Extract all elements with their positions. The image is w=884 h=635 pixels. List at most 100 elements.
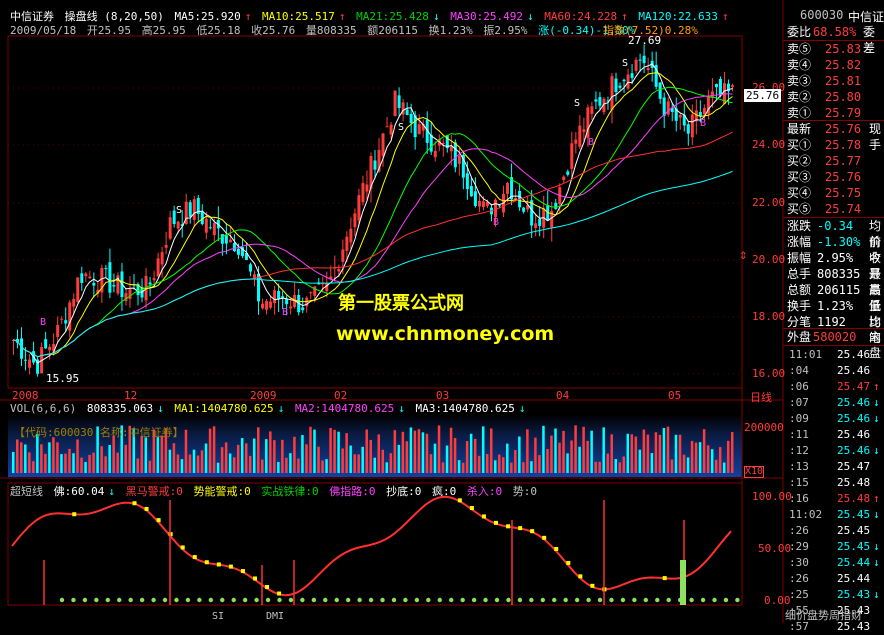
candle-body — [646, 68, 650, 71]
volume-bar — [313, 429, 316, 473]
ind-axis-tick: 50.00 — [758, 542, 792, 555]
bar-volume: 量808335 — [305, 24, 357, 37]
volume-bar — [469, 433, 473, 473]
vol-value: 808335.063 — [86, 402, 154, 415]
vol-ma2: MA2:1404780.625 — [294, 402, 395, 415]
dot-marker — [380, 597, 385, 603]
volume-bar — [485, 454, 489, 473]
candle-body — [630, 73, 634, 79]
candle-body — [345, 236, 349, 251]
volume-bar — [586, 440, 589, 473]
volume-bar — [297, 458, 300, 473]
volume-bar — [550, 435, 553, 473]
buy-marker: B — [282, 307, 288, 318]
candle-body — [44, 339, 48, 349]
panel-footer-tabs[interactable]: 细价盘势周指财 — [785, 607, 862, 623]
volume-bar — [614, 459, 617, 473]
bar-low: 低25.18 — [196, 24, 241, 37]
candle-body — [594, 99, 598, 102]
vol-ma3: MA3:1404780.625 — [415, 402, 515, 415]
bid-row: 买⑤ 25.74 — [787, 202, 862, 216]
tick-row: 11:01 25.46 — [789, 348, 871, 361]
volume-bar — [248, 455, 252, 473]
candle-body — [76, 277, 80, 302]
candle-body — [80, 273, 84, 283]
dot-marker — [94, 597, 99, 603]
waipan-row: 外盘 580020 内盘 — [787, 330, 882, 360]
candle-body — [64, 320, 68, 324]
fo-down-marker — [530, 529, 535, 534]
volume-bar — [160, 435, 164, 473]
volume-bar — [421, 432, 425, 473]
volume-bar — [80, 457, 83, 473]
candle-body — [204, 218, 208, 233]
fo-down-marker — [72, 512, 77, 517]
volume-bar — [514, 450, 517, 473]
tab-dmi[interactable]: DMI — [266, 611, 284, 623]
candle-body — [481, 201, 485, 207]
volume-bar — [710, 449, 714, 473]
tab-si[interactable]: SI — [212, 611, 224, 623]
period-label[interactable]: 日线 — [750, 389, 772, 405]
volume-bar — [690, 440, 694, 473]
stat-row: 总额 206115 最低 — [787, 283, 882, 313]
tick-row: :11 25.46 — [789, 428, 871, 441]
fo-down-marker — [518, 526, 523, 531]
fo-down-marker — [662, 576, 667, 581]
volume-bar — [228, 453, 232, 473]
dot-marker — [563, 597, 568, 603]
candle-body — [397, 95, 401, 109]
dot-marker — [723, 597, 729, 603]
volume-bar — [650, 453, 654, 473]
candle-body — [337, 268, 341, 272]
volume-bar — [329, 427, 332, 473]
volume-bar — [726, 440, 730, 473]
price-tick: 24.00 — [752, 138, 786, 151]
candle-body — [152, 278, 156, 281]
stat-row: 涨跌 -0.34 均价 — [787, 219, 882, 249]
dot-marker — [265, 597, 271, 603]
fo-down-marker — [144, 506, 149, 511]
resize-handle-icon[interactable]: ⇕ — [739, 247, 747, 263]
dot-marker — [139, 597, 145, 603]
candle-body — [498, 205, 502, 207]
candle-body — [68, 302, 72, 331]
volume-bar — [642, 429, 646, 473]
volume-bar — [12, 451, 15, 473]
candle-body — [449, 146, 453, 152]
dot-marker — [471, 597, 477, 603]
indicator-lines — [11, 495, 740, 605]
dot-marker — [277, 597, 282, 603]
volume-bar — [196, 455, 200, 473]
volume-bar — [148, 460, 152, 473]
volume-bar — [224, 442, 228, 473]
dot-marker — [552, 597, 557, 603]
weibi-row: 委比 68.58% 委差 — [787, 25, 876, 55]
candle-body — [522, 207, 526, 212]
sell-marker: S — [622, 58, 628, 69]
volume-bar — [216, 462, 220, 473]
ind-name[interactable]: 超短线 — [10, 485, 43, 498]
volume-bar — [473, 438, 477, 473]
volume-bar — [16, 439, 19, 473]
ind-fozhilu: 佛指路:0 — [329, 485, 376, 498]
volume-bar — [200, 450, 204, 473]
volume-bar — [72, 453, 75, 473]
volume-bar — [377, 434, 381, 473]
volume-bar — [606, 453, 609, 473]
ma120-arrow-icon: ↑ — [721, 10, 729, 23]
bar-amount: 额206115 — [367, 24, 418, 37]
price-tick: 22.00 — [752, 196, 786, 209]
candle-body — [220, 234, 224, 244]
volume-bar — [401, 431, 405, 473]
volume-bar — [381, 449, 385, 473]
volume-bar — [124, 444, 127, 473]
volume-bar — [289, 453, 292, 473]
vol-label[interactable]: VOL(6,6,6) — [10, 402, 76, 415]
candle-body — [248, 264, 252, 272]
candle-body — [506, 183, 510, 194]
dot-marker — [162, 597, 168, 603]
volume-bar — [481, 426, 485, 473]
volume-bar — [465, 441, 469, 473]
candle-body — [60, 318, 64, 320]
